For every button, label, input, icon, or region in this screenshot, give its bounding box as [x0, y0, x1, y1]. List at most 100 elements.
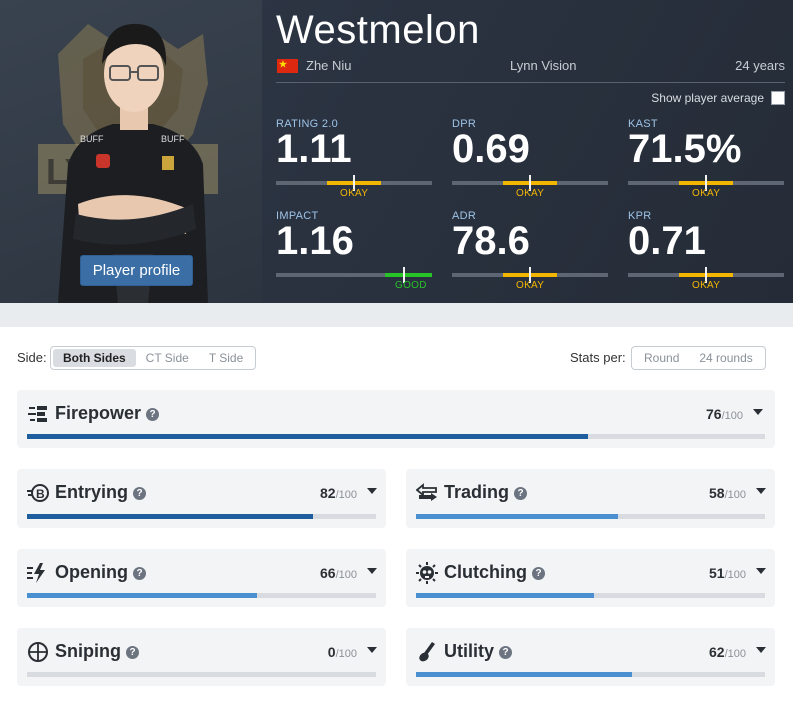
category-score: 62/100: [709, 644, 746, 660]
stat-range: [385, 273, 432, 277]
category-bar-track: [416, 672, 765, 677]
stat-kast: KAST 71.5% OKAY: [628, 118, 784, 199]
category-title: Utility?: [444, 641, 513, 662]
category-name: Utility: [444, 641, 495, 661]
category-bar-track: [27, 593, 376, 598]
stat-rating: OKAY: [692, 280, 721, 291]
svg-text:BUFF: BUFF: [80, 134, 104, 144]
stat-rating: OKAY: [516, 280, 545, 291]
category-score-max: /100: [724, 489, 746, 501]
svg-text:B: B: [36, 487, 45, 501]
player-real-name: Zhe Niu: [306, 58, 352, 73]
player-profile-button[interactable]: Player profile: [80, 255, 193, 286]
stats-per-filter: Round 24 rounds: [631, 346, 766, 370]
opening-icon: [27, 562, 49, 584]
category-bar-track: [27, 672, 376, 677]
category-title: Entrying?: [55, 482, 147, 503]
category-score-max: /100: [335, 648, 357, 660]
category-name: Clutching: [444, 562, 527, 582]
category-name: Opening: [55, 562, 128, 582]
stat-value: 78.6: [452, 219, 530, 263]
player-team[interactable]: Lynn Vision: [510, 58, 577, 73]
category-title: Clutching?: [444, 562, 545, 583]
category-score-value: 62: [709, 644, 725, 660]
side-option-ct[interactable]: CT Side: [136, 349, 199, 367]
stat-value: 1.16: [276, 219, 354, 263]
help-icon[interactable]: ?: [532, 567, 545, 580]
category-score-value: 58: [709, 485, 725, 501]
stat-value: 71.5%: [628, 127, 742, 171]
show-average-checkbox[interactable]: [771, 91, 785, 105]
category-score-value: 82: [320, 485, 336, 501]
stat-adr: ADR 78.6 OKAY: [452, 210, 608, 291]
help-icon[interactable]: ?: [133, 487, 147, 500]
stat-rating: OKAY: [516, 188, 545, 199]
category-name: Trading: [444, 482, 510, 502]
category-score-max: /100: [335, 489, 357, 501]
category-score-value: 66: [320, 565, 336, 581]
category-bar-fill: [27, 514, 313, 519]
side-option-both[interactable]: Both Sides: [53, 349, 136, 367]
side-filter-label: Side:: [17, 350, 47, 365]
stat-rating: OKAY: [340, 188, 369, 199]
svg-text:BUFF: BUFF: [161, 134, 185, 144]
category-score: 82/100: [320, 485, 357, 501]
chevron-down-icon[interactable]: [367, 647, 377, 653]
stat-scale: [276, 267, 432, 283]
side-option-t[interactable]: T Side: [199, 349, 253, 367]
stat-scale: [452, 175, 608, 191]
category-score: 76/100: [706, 406, 743, 422]
category-bar-track: [27, 434, 765, 439]
stats-per-round[interactable]: Round: [634, 349, 689, 367]
stat-dpr: DPR 0.69 OKAY: [452, 118, 608, 199]
category-score-max: /100: [335, 569, 357, 581]
chevron-down-icon[interactable]: [756, 488, 766, 494]
chevron-down-icon[interactable]: [367, 488, 377, 494]
help-icon[interactable]: ?: [146, 408, 160, 421]
category-title: Firepower?: [55, 403, 160, 424]
chevron-down-icon[interactable]: [367, 568, 377, 574]
category-card-trading[interactable]: Trading? 58/100: [406, 469, 775, 528]
player-image-panel: LYNN BUFF BUFF: [0, 0, 262, 303]
category-bar-fill: [27, 593, 257, 598]
category-score-value: 76: [706, 406, 722, 422]
category-title: Trading?: [444, 482, 528, 503]
category-card-firepower[interactable]: Firepower? 76/100: [17, 390, 775, 448]
stat-impact: IMPACT 1.16 GOOD: [276, 210, 432, 291]
help-icon[interactable]: ?: [126, 646, 139, 659]
help-icon[interactable]: ?: [514, 487, 528, 500]
category-score-max: /100: [724, 648, 746, 660]
category-card-entrying[interactable]: B Entrying? 82/100: [17, 469, 386, 528]
category-bar-fill: [416, 672, 632, 677]
category-bar-track: [416, 514, 765, 519]
category-score-max: /100: [724, 569, 746, 581]
category-bar-fill: [416, 593, 594, 598]
stats-per-24-rounds[interactable]: 24 rounds: [689, 349, 762, 367]
side-filter: Both Sides CT Side T Side: [50, 346, 257, 370]
section-divider-band: [0, 303, 793, 327]
stat-scale: [628, 175, 784, 191]
chevron-down-icon[interactable]: [756, 647, 766, 653]
firepower-icon: [27, 403, 49, 425]
stat-rating: GOOD: [395, 280, 427, 291]
entrying-icon: B: [27, 482, 49, 504]
chevron-down-icon[interactable]: [753, 409, 763, 415]
category-bar-track: [416, 593, 765, 598]
help-icon[interactable]: ?: [133, 567, 146, 580]
sniping-icon: [27, 641, 49, 663]
category-bar-fill: [27, 434, 588, 439]
category-card-utility[interactable]: Utility? 62/100: [406, 628, 775, 686]
category-card-opening[interactable]: Opening? 66/100: [17, 549, 386, 607]
category-card-clutching[interactable]: Clutching? 51/100: [406, 549, 775, 607]
help-icon[interactable]: ?: [499, 646, 513, 659]
china-flag-icon: [277, 59, 298, 73]
show-average-label: Show player average: [651, 91, 764, 105]
category-name: Firepower: [55, 403, 142, 423]
player-hero: LYNN BUFF BUFF: [0, 0, 793, 303]
stat-value: 0.71: [628, 219, 706, 263]
stat-value: 1.11: [276, 127, 352, 171]
stat-scale: [452, 267, 608, 283]
chevron-down-icon[interactable]: [756, 568, 766, 574]
category-score: 51/100: [709, 565, 746, 581]
category-card-sniping[interactable]: Sniping? 0/100: [17, 628, 386, 686]
